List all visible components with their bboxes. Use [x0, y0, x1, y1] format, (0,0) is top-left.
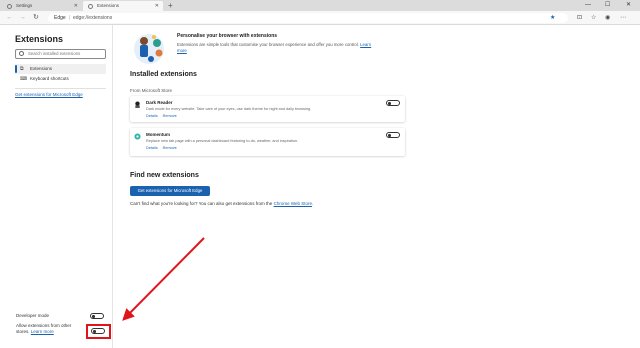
address-separator: |	[68, 15, 70, 21]
extensions-illustration	[134, 34, 164, 64]
sidebar-title: Extensions	[15, 34, 64, 44]
extension-links: Details Remove	[146, 146, 182, 150]
developer-mode-toggle[interactable]	[90, 313, 104, 319]
search-input[interactable]: Search installed extensions	[15, 49, 106, 59]
extension-description: Dark mode for every website. Take care o…	[146, 107, 312, 111]
details-link[interactable]: Details	[146, 114, 158, 118]
hero-description: Extensions are simple tools that customi…	[177, 42, 377, 54]
learn-more-link[interactable]: Learn more	[31, 329, 54, 334]
tab-extensions[interactable]: Extensions ✕	[83, 1, 163, 11]
collections-icon[interactable]: ⊡	[577, 11, 582, 25]
forward-icon[interactable]: →	[19, 12, 26, 24]
cant-find-message: Can't find what you're looking for? You …	[130, 201, 273, 206]
tab-label: Settings	[16, 3, 33, 8]
profile-icon[interactable]: ◉	[605, 11, 610, 25]
tab-label: Extensions	[97, 3, 120, 8]
keyboard-icon: ⌨	[20, 76, 28, 82]
hero-description-text: Extensions are simple tools that customi…	[177, 42, 359, 47]
extension-card-dark-reader: Dark Reader Dark mode for every website.…	[130, 96, 405, 122]
find-new-heading: Find new extensions	[130, 172, 199, 179]
dark-reader-toggle[interactable]	[386, 100, 400, 106]
extension-card-momentum: Momentum Replace new tab page with a per…	[130, 128, 405, 156]
remove-link[interactable]: Remove	[163, 114, 177, 118]
close-icon[interactable]: ✕	[74, 1, 78, 11]
sidebar-item-extensions[interactable]: ⧉ Extensions	[15, 64, 106, 74]
extensions-icon: ⧉	[20, 66, 24, 72]
minimize-icon[interactable]: —	[585, 0, 591, 10]
close-icon[interactable]: ✕	[155, 1, 159, 11]
new-tab-button[interactable]: +	[168, 0, 173, 11]
tab-settings[interactable]: Settings ✕	[2, 1, 82, 11]
cant-find-suffix: .	[312, 201, 314, 206]
other-stores-label: Allow extensions from other stores. Lear…	[16, 323, 86, 335]
dark-reader-icon	[135, 101, 140, 108]
extension-name: Momentum	[146, 132, 170, 137]
tab-strip: Settings ✕ Extensions ✕ + — ☐ ✕	[0, 0, 640, 11]
back-icon[interactable]: ←	[6, 12, 13, 24]
more-icon[interactable]: ⋯	[620, 11, 626, 25]
get-extensions-link[interactable]: Get extensions for Microsoft Edge	[15, 92, 83, 97]
details-link[interactable]: Details	[146, 146, 158, 150]
momentum-icon	[134, 133, 141, 140]
hero-title: Personalise your browser with extensions	[177, 33, 278, 39]
developer-mode-label: Developer mode	[16, 313, 50, 318]
sidebar-item-label: Extensions	[30, 66, 53, 71]
get-extensions-button[interactable]: Get extensions for Microsoft Edge	[130, 186, 210, 196]
search-icon	[19, 51, 24, 56]
store-source-label: From Microsoft Store	[130, 88, 173, 93]
annotation-highlight-box	[86, 324, 111, 339]
sidebar-item-label: Keyboard shortcuts	[30, 76, 69, 81]
window-close-icon[interactable]: ✕	[626, 0, 631, 10]
sidebar: Extensions Search installed extensions ⧉…	[0, 25, 113, 348]
address-url: edge://extensions	[73, 15, 113, 21]
momentum-toggle[interactable]	[386, 132, 400, 138]
cant-find-text: Can't find what you're looking for? You …	[130, 201, 313, 206]
remove-link[interactable]: Remove	[163, 146, 177, 150]
divider	[15, 88, 106, 89]
favorites-icon[interactable]: ☆	[591, 11, 596, 25]
chrome-web-store-link[interactable]: Chrome Web Store	[274, 201, 312, 206]
extensions-tab-icon	[88, 4, 93, 9]
gear-icon	[7, 4, 12, 9]
search-placeholder: Search installed extensions	[28, 51, 81, 56]
maximize-icon[interactable]: ☐	[605, 0, 610, 10]
extension-description: Replace new tab page with a personal das…	[146, 139, 299, 143]
extension-name: Dark Reader	[146, 100, 173, 105]
installed-heading: Installed extensions	[130, 71, 197, 78]
extension-links: Details Remove	[146, 114, 182, 118]
sidebar-item-keyboard-shortcuts[interactable]: ⌨ Keyboard shortcuts	[15, 74, 106, 84]
refresh-icon[interactable]: ↻	[33, 12, 39, 24]
toolbar: ← → ↻ Edge | edge://extensions ★ ⊡ ☆ ◉ ⋯	[0, 11, 640, 25]
address-bar[interactable]: Edge | edge://extensions	[48, 13, 568, 23]
favorite-star-icon[interactable]: ★	[550, 11, 555, 25]
edge-label: Edge	[54, 15, 66, 21]
